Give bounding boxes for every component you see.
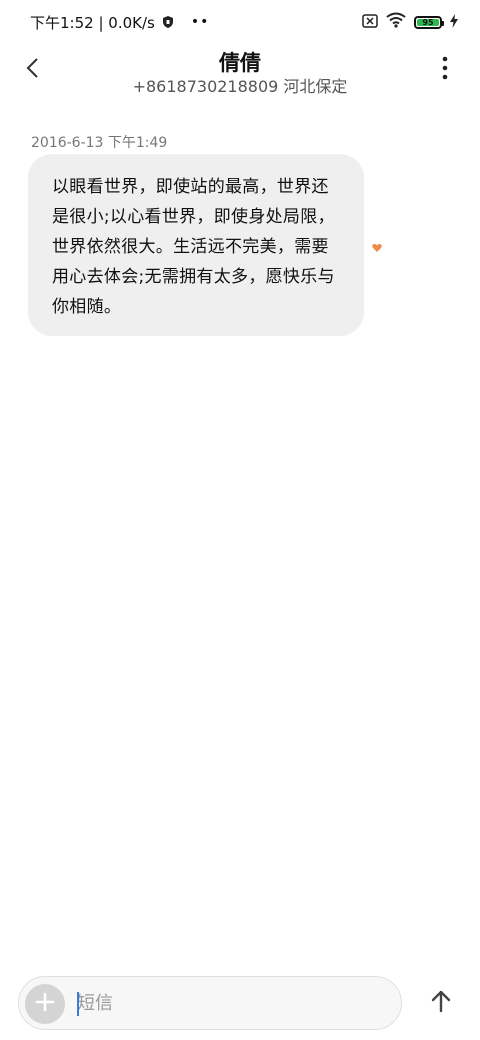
more-options-button[interactable] — [436, 56, 454, 84]
add-attachment-button[interactable] — [25, 984, 65, 1024]
vpn-shield-icon — [161, 15, 175, 29]
sms-input[interactable] — [77, 987, 377, 1019]
status-bar: 下午1:52 | 0.0K/s •• 95 — [0, 0, 480, 44]
message-bubble[interactable]: 以眼看世界，即使站的最高，世界还是很小;以心看世界，即使身处局限，世界依然很大。… — [28, 154, 364, 336]
heart-icon — [372, 238, 382, 252]
plus-icon — [35, 992, 55, 1016]
more-vertical-icon — [442, 56, 448, 84]
send-button[interactable] — [426, 988, 456, 1018]
status-right: 95 — [354, 11, 458, 33]
message-timestamp: 2016-6-13 下午1:49 — [31, 135, 168, 151]
battery-level: 95 — [417, 18, 439, 27]
message-text: 以眼看世界，即使站的最高，世界还是很小;以心看世界，即使身处局限，世界依然很大。… — [52, 177, 335, 317]
text-cursor — [77, 992, 79, 1016]
message-composer — [18, 976, 402, 1030]
status-time-speed: 下午1:52 | 0.0K/s — [30, 13, 155, 32]
wifi-icon — [386, 12, 406, 32]
contact-number-location: +8618730218809 河北保定 — [132, 77, 348, 96]
battery-icon: 95 — [414, 15, 444, 29]
sim-off-icon — [362, 13, 378, 32]
charging-bolt-icon — [450, 13, 458, 32]
conversation-header: 倩倩 +8618730218809 河北保定 — [0, 44, 480, 100]
notification-dots: •• — [190, 14, 210, 30]
status-left: 下午1:52 | 0.0K/s •• — [30, 12, 209, 32]
arrow-up-icon — [430, 989, 452, 1017]
